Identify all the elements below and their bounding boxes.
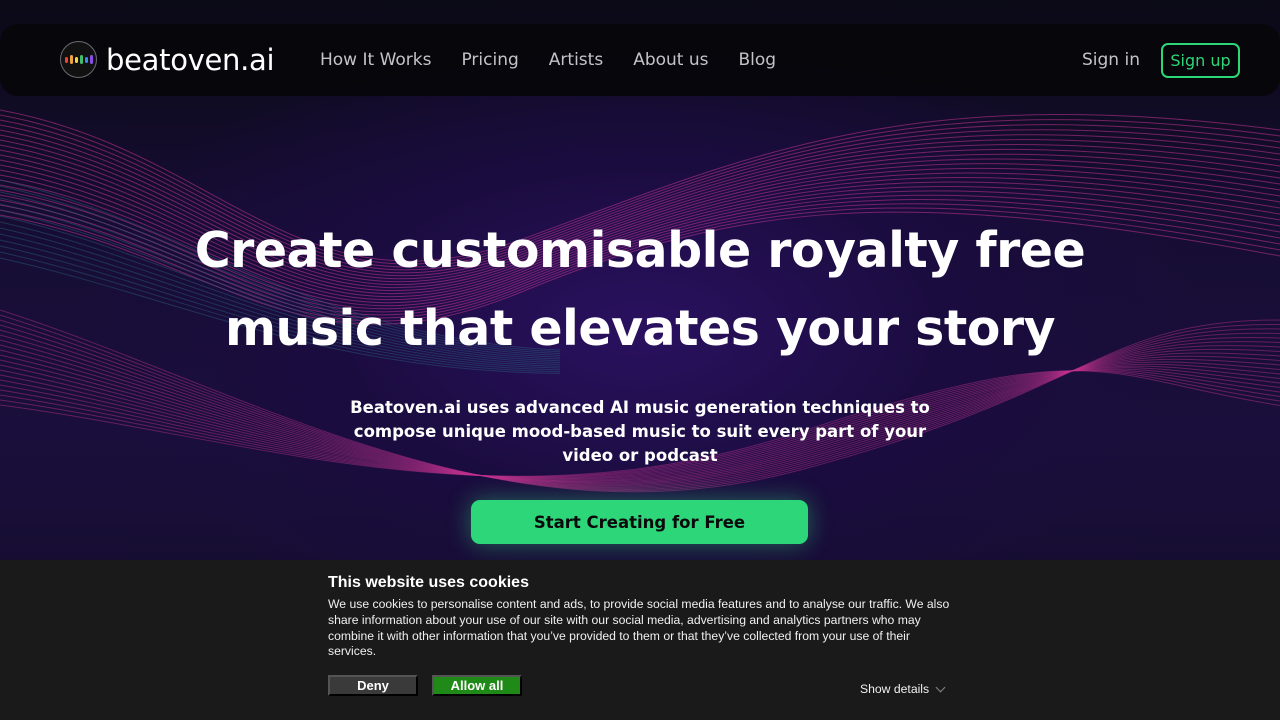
nav-link-blog[interactable]: Blog [738,50,776,70]
logo[interactable]: beatoven.ai [60,41,275,78]
show-details-link[interactable]: Show details [860,682,946,696]
nav-link-artists[interactable]: Artists [549,50,603,70]
nav-link-about-us[interactable]: About us [633,50,708,70]
chevron-down-icon [935,682,946,692]
allow-all-button[interactable]: Allow all [432,675,522,696]
sign-in-link[interactable]: Sign in [1082,50,1140,70]
hero-title: Create customisable royalty free music t… [140,212,1140,368]
nav-link-how-it-works[interactable]: How It Works [320,50,431,70]
cookie-text: We use cookies to personalise content an… [328,597,950,659]
start-creating-button[interactable]: Start Creating for Free [471,500,808,544]
cookie-title: This website uses cookies [328,574,529,591]
show-details-label: Show details [860,682,930,696]
deny-button[interactable]: Deny [328,675,418,696]
logo-icon [60,41,97,78]
hero-subtitle: Beatoven.ai uses advanced AI music gener… [350,398,930,465]
sign-up-button[interactable]: Sign up [1161,43,1240,78]
hero-title-line-1: Create customisable royalty free [194,222,1086,279]
cookie-banner: This website uses cookies We use cookies… [0,560,1280,720]
top-navbar: beatoven.ai How It Works Pricing Artists… [0,24,1280,96]
hero-title-line-2: music that elevates your story [224,300,1056,357]
nav-link-pricing[interactable]: Pricing [461,50,518,70]
nav-links: How It Works Pricing Artists About us Bl… [320,50,776,70]
logo-text: beatoven.ai [106,42,275,77]
